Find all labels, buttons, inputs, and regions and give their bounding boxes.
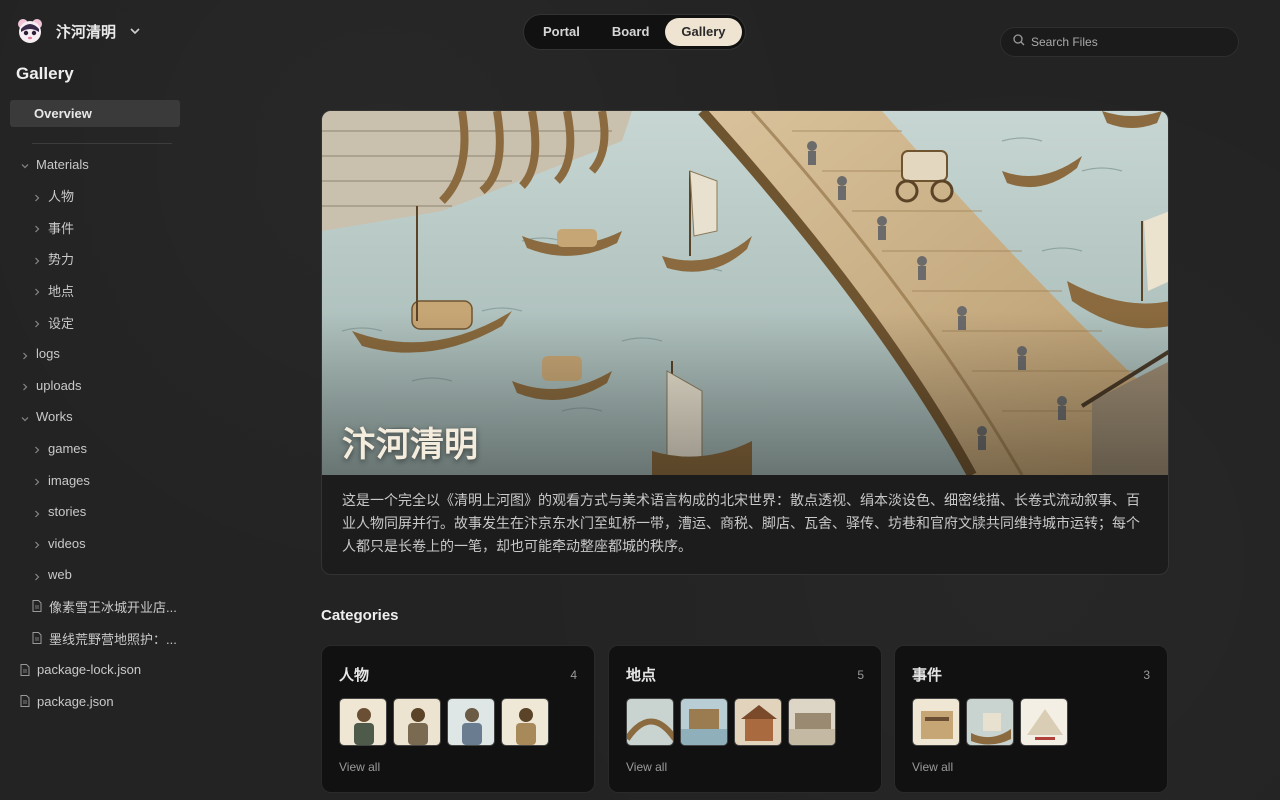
tree-file-item[interactable]: 像素雪王冰城开业店... [32,591,177,621]
tree-item-label: 事件 [48,220,75,236]
view-all-link[interactable]: View all [912,760,953,774]
tree-folder-item[interactable]: web [32,560,72,590]
tree-item-label: package-lock.json [37,662,142,678]
chevron-down-icon[interactable] [20,412,30,422]
tree-item-label: stories [48,504,87,520]
tree-folder-item[interactable]: uploads [20,370,82,400]
category-thumbnails [626,698,842,746]
tree-folder-item[interactable]: 事件 [32,212,74,242]
tree-folder-item[interactable]: 势力 [32,244,74,274]
category-count: 3 [1143,668,1150,682]
app-logo-icon [16,17,44,45]
chevron-right-icon[interactable] [32,443,42,454]
file-icon [32,632,42,644]
tree-item-label: images [48,472,90,488]
view-all-link[interactable]: View all [626,760,667,774]
sidebar-item-overview[interactable]: Overview [10,100,180,127]
category-thumbnails [339,698,555,746]
thumbnail-image[interactable] [788,698,836,746]
tree-folder-item[interactable]: games [32,433,87,463]
chevron-right-icon[interactable] [32,570,42,581]
chevron-right-icon[interactable] [32,475,42,486]
tree-item-label: 人物 [48,189,75,205]
tree-item-label: 势力 [48,252,75,268]
tree-item-label: web [48,567,72,583]
category-name: 地点 [626,666,657,684]
view-all-link[interactable]: View all [339,760,380,774]
thumbnail-image[interactable] [734,698,782,746]
category-name: 事件 [912,666,943,684]
file-icon [32,600,42,613]
tree-file-item[interactable]: package-lock.json [20,655,141,685]
hero-card: 汴河清明 这是一个完全以《清明上河图》的观看方式与美术语言构成的北宋世界：散点透… [321,110,1169,575]
tree-folder-item[interactable]: stories [32,497,86,527]
chevron-right-icon[interactable] [20,380,30,391]
tree-item-label: 像素雪王冰城开业店... [49,599,177,615]
tree-item-label: videos [48,535,86,551]
tree-file-item[interactable]: package.json [20,686,114,716]
category-card-places[interactable]: 地点 5 View all [608,645,882,793]
chevron-right-icon[interactable] [32,538,42,549]
tree-folder-item[interactable]: videos [32,528,86,558]
thumbnail-image[interactable] [912,698,960,746]
hero-description: 这是一个完全以《清明上河图》的观看方式与美术语言构成的北宋世界：散点透视、绢本淡… [342,492,1140,554]
tree-file-item[interactable]: 墨线荒野营地照护：... [32,623,177,653]
workspace-name: 汴河清明 [56,23,117,41]
tree-folder-item[interactable]: 设定 [32,307,74,337]
chevron-right-icon[interactable] [32,507,42,518]
tree-item-label: 地点 [48,283,75,299]
tab-portal[interactable]: Portal [527,18,596,46]
tree-item-label: Works [36,409,73,425]
category-card-events[interactable]: 事件 3 View all [894,645,1168,793]
search-icon [1013,33,1025,51]
chevron-right-icon[interactable] [32,222,42,233]
tree-item-label: Materials [36,156,89,172]
thumbnail-image[interactable] [1020,698,1068,746]
chevron-down-icon[interactable] [20,159,30,169]
category-count: 4 [570,668,577,682]
tree-item-label: package.json [37,693,114,709]
chevron-right-icon[interactable] [32,191,42,202]
tree-item-label: 设定 [48,315,75,331]
chevron-right-icon[interactable] [20,349,30,360]
file-icon [20,695,30,708]
tree-item-label: games [48,440,88,456]
chevron-right-icon[interactable] [32,254,42,265]
category-name: 人物 [339,666,370,684]
thumbnail-image[interactable] [966,698,1014,746]
search-box[interactable] [1000,27,1239,57]
thumbnail-image[interactable] [680,698,728,746]
category-count: 5 [857,668,864,682]
tree-folder-item[interactable]: Materials [20,149,89,179]
category-thumbnails [912,698,1074,746]
workspace-switcher[interactable]: 汴河清明 [16,16,142,46]
hero-title: 汴河清明 [342,425,478,465]
chevron-right-icon[interactable] [32,317,42,328]
chevron-down-icon[interactable] [128,24,142,38]
sidebar-title: Gallery [16,64,74,83]
tree-item-label: 墨线荒野营地照护：... [49,631,177,647]
sidebar: 汴河清明 Gallery Overview Materials 人物事件势力地点设… [0,0,196,800]
tab-gallery[interactable]: Gallery [665,18,742,46]
chevron-right-icon[interactable] [32,285,42,296]
thumbnail-image[interactable] [393,698,441,746]
tree-folder-item[interactable]: 人物 [32,181,74,211]
tab-board[interactable]: Board [596,18,666,46]
file-icon [20,663,30,676]
sidebar-divider [32,143,172,144]
view-switcher: Portal Board Gallery [524,15,745,49]
tree-folder-item[interactable]: logs [20,339,60,369]
category-card-people[interactable]: 人物 4 View all [321,645,595,793]
search-input[interactable] [1031,35,1221,49]
tree-folder-item[interactable]: Works [20,402,73,432]
thumbnail-image[interactable] [501,698,549,746]
tree-item-label: uploads [36,377,82,393]
thumbnail-image[interactable] [626,698,674,746]
thumbnail-image[interactable] [447,698,495,746]
tree-item-label: logs [36,346,60,362]
categories-heading: Categories [321,607,399,624]
thumbnail-image[interactable] [339,698,387,746]
tree-folder-item[interactable]: images [32,465,90,495]
tree-folder-item[interactable]: 地点 [32,275,74,305]
